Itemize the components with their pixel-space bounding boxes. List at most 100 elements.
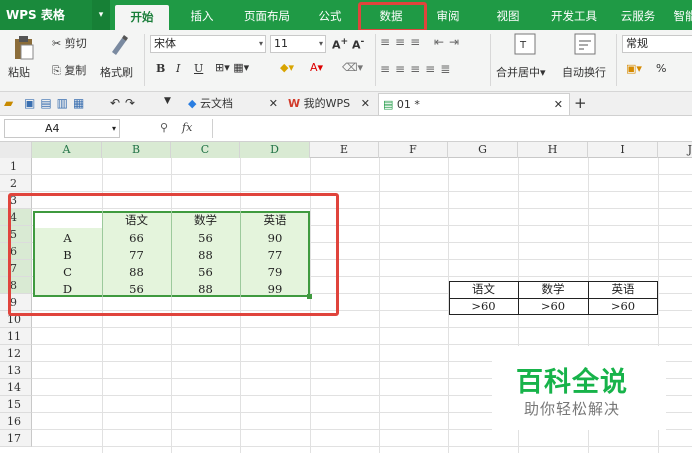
criteria-cell[interactable]: 英语 <box>588 281 658 298</box>
row-header[interactable]: 2 <box>0 175 32 192</box>
currency-icon[interactable]: ▣▾ <box>626 62 642 75</box>
fx-button[interactable]: fx <box>182 121 192 134</box>
font-family-value: 宋体 <box>154 37 176 50</box>
column-header[interactable]: A <box>32 142 102 158</box>
merge-center-label: 合并居中 <box>496 66 540 79</box>
format-painter-button[interactable]: 格式刷 <box>100 64 133 80</box>
column-header[interactable]: B <box>102 142 171 158</box>
copy-label: 复制 <box>64 64 87 77</box>
paste-button[interactable]: 粘贴 <box>8 64 30 80</box>
column-header[interactable]: D <box>240 142 310 158</box>
wrap-text-button[interactable]: 自动换行 <box>562 64 606 80</box>
close-icon[interactable]: ✕ <box>361 93 370 115</box>
doc-tab-file-label: 01 * <box>396 98 420 111</box>
column-header[interactable]: E <box>310 142 379 158</box>
clear-format-icon[interactable]: ⌫▾ <box>342 61 363 74</box>
column-header[interactable]: J <box>658 142 692 158</box>
tab-formulas[interactable]: 公式 <box>308 0 352 30</box>
grid-line <box>379 158 380 453</box>
watermark: 百科全说 助你轻松解决 <box>492 346 666 430</box>
criteria-cell[interactable]: >60 <box>449 298 518 315</box>
column-header[interactable]: C <box>171 142 240 158</box>
row-header[interactable]: 12 <box>0 345 32 362</box>
column-header[interactable]: H <box>518 142 588 158</box>
criteria-cell[interactable]: >60 <box>588 298 658 315</box>
close-icon[interactable]: ✕ <box>554 94 563 116</box>
data-tab-highlight <box>358 2 427 32</box>
row-header[interactable]: 13 <box>0 362 32 379</box>
align-horizontal-icons[interactable]: ≡≡≡≡≣ <box>380 62 455 76</box>
font-size-value: 11 <box>274 37 288 50</box>
font-color-icon[interactable]: A▾ <box>310 61 323 74</box>
align-top-icons[interactable]: ≡≡≡ ⇤⇥ <box>380 35 464 49</box>
formula-bar: A4 ▾ ⚲ fx <box>0 116 692 142</box>
merge-center-button[interactable]: 合并居中▾ <box>496 64 546 80</box>
row-header[interactable]: 14 <box>0 379 32 396</box>
table-highlight <box>8 193 339 316</box>
tab-review[interactable]: 审阅 <box>426 0 470 30</box>
tab-home[interactable]: 开始 <box>115 5 169 30</box>
wrap-text-icon[interactable] <box>574 33 596 55</box>
column-header[interactable]: F <box>379 142 448 158</box>
chevron-down-icon: ▾ <box>258 39 263 48</box>
row-header[interactable]: 11 <box>0 328 32 345</box>
app-menu-arrow[interactable]: ▾ <box>92 0 110 30</box>
app-logo-label: WPS 表格 <box>6 8 65 22</box>
doc-tab-cloud[interactable]: ◆ 云文档 ✕ <box>184 93 284 115</box>
border-icon[interactable]: ⊞▾ ▦▾ <box>215 61 249 74</box>
tab-cloud[interactable]: 云服务 <box>614 0 662 30</box>
row-header[interactable]: 15 <box>0 396 32 413</box>
brush-icon[interactable] <box>108 34 128 56</box>
save-print-icons[interactable]: ▣▤▥▦ <box>24 96 89 110</box>
zoom-search-icon[interactable]: ⚲ <box>160 121 168 134</box>
doc-tab-mywps-label: 我的WPS <box>303 97 351 110</box>
criteria-cell[interactable]: >60 <box>518 298 588 315</box>
underline-icon[interactable]: U <box>194 62 203 75</box>
new-tab-button[interactable]: + <box>574 94 587 112</box>
font-family-select[interactable]: 宋体 ▾ <box>150 35 266 53</box>
criteria-cell[interactable]: 语文 <box>449 281 518 298</box>
copy-button[interactable]: ⎘ 复制 <box>52 62 86 78</box>
row-header[interactable]: 1 <box>0 158 32 175</box>
watermark-title: 百科全说 <box>516 367 628 398</box>
chevron-down-icon: ▾ <box>318 39 323 48</box>
percent-button[interactable]: % <box>656 62 666 75</box>
row-header[interactable]: 17 <box>0 430 32 447</box>
doc-tab-cloud-label: 云文档 <box>199 97 233 110</box>
formula-input[interactable] <box>212 119 690 138</box>
cut-button[interactable]: ✂ 剪切 <box>52 35 87 51</box>
paste-icon[interactable] <box>12 35 36 61</box>
font-size-select[interactable]: 11 ▾ <box>270 35 326 53</box>
name-box-value: A4 <box>45 122 60 135</box>
tab-page-layout[interactable]: 页面布局 <box>238 0 296 30</box>
ribbon: 粘贴 ✂ 剪切 ⎘ 复制 格式刷 宋体 ▾ 11 ▾ A+ A- B I U ⊞▾ … <box>0 30 692 92</box>
menu-bar: WPS 表格 ▾ 开始 插入 页面布局 公式 数据 审阅 视图 开发工具 云服务… <box>0 0 692 30</box>
merge-cells-icon[interactable]: T <box>514 33 536 55</box>
column-headers: A B C D E F G H I J <box>0 142 692 158</box>
open-folder-icon[interactable]: ▰ <box>4 96 13 110</box>
app-logo[interactable]: WPS 表格 <box>0 0 92 30</box>
tab-smart[interactable]: 智能 <box>670 0 692 30</box>
quick-menu-chevron-icon[interactable]: ▼ <box>164 96 171 106</box>
undo-redo-icons[interactable]: ↶↷ <box>110 96 140 110</box>
grow-font-icon[interactable]: A+ A- <box>332 36 364 52</box>
row-header[interactable]: 16 <box>0 413 32 430</box>
close-icon[interactable]: ✕ <box>269 93 278 115</box>
tab-developer[interactable]: 开发工具 <box>542 0 606 30</box>
italic-icon[interactable]: I <box>176 62 180 75</box>
column-header[interactable]: I <box>588 142 658 158</box>
chevron-down-icon[interactable]: ▾ <box>112 120 116 137</box>
doc-tab-file[interactable]: ▤ 01 * ✕ <box>378 93 570 115</box>
select-all-corner[interactable] <box>0 142 32 158</box>
number-format-select[interactable]: 常规 <box>622 35 692 53</box>
fill-color-icon[interactable]: ◆▾ <box>280 61 294 74</box>
tab-view[interactable]: 视图 <box>486 0 530 30</box>
criteria-cell[interactable]: 数学 <box>518 281 588 298</box>
column-header[interactable]: G <box>448 142 518 158</box>
tab-insert[interactable]: 插入 <box>180 0 224 30</box>
name-box[interactable]: A4 ▾ <box>4 119 120 138</box>
number-format-value: 常规 <box>626 37 648 50</box>
ribbon-divider <box>375 34 376 86</box>
doc-tab-mywps[interactable]: W 我的WPS ✕ <box>284 93 376 115</box>
bold-icon[interactable]: B <box>156 62 165 75</box>
